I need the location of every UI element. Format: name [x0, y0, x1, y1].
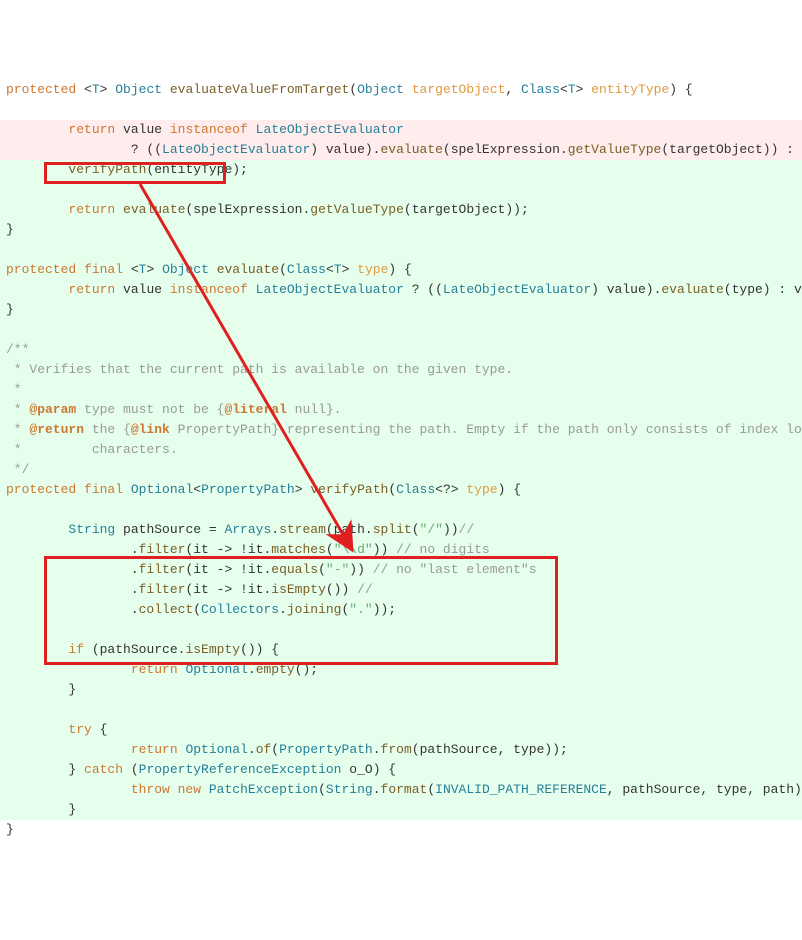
code-line: protected <T> Object evaluateValueFromTa…	[0, 80, 802, 100]
code-line: /**	[0, 340, 802, 360]
code-line: .filter(it -> !it.matches("\\d")) // no …	[0, 540, 802, 560]
code-line: throw new PatchException(String.format(I…	[0, 780, 802, 800]
code-line: return value instanceof LateObjectEvalua…	[0, 280, 802, 300]
code-line: .filter(it -> !it.equals("-")) // no "la…	[0, 560, 802, 580]
code-line: .filter(it -> !it.isEmpty()) //	[0, 580, 802, 600]
code-line	[0, 620, 802, 640]
code-diff-view: protected <T> Object evaluateValueFromTa…	[0, 80, 802, 840]
code-line: }	[0, 300, 802, 320]
code-line	[0, 100, 802, 120]
code-line	[0, 500, 802, 520]
code-line: ? ((LateObjectEvaluator) value).evaluate…	[0, 140, 802, 160]
code-line: return Optional.empty();	[0, 660, 802, 680]
code-line: verifyPath(entityType);	[0, 160, 802, 180]
code-line	[0, 180, 802, 200]
code-line: return Optional.of(PropertyPath.from(pat…	[0, 740, 802, 760]
code-line: *	[0, 380, 802, 400]
code-line: }	[0, 680, 802, 700]
code-line: * @return the {@link PropertyPath} repre…	[0, 420, 802, 440]
code-line: * characters.	[0, 440, 802, 460]
code-line: protected final <T> Object evaluate(Clas…	[0, 260, 802, 280]
code-line	[0, 700, 802, 720]
code-line	[0, 320, 802, 340]
code-line	[0, 240, 802, 260]
code-line: } catch (PropertyReferenceException o_O)…	[0, 760, 802, 780]
code-line: * Verifies that the current path is avai…	[0, 360, 802, 380]
code-line: String pathSource = Arrays.stream(path.s…	[0, 520, 802, 540]
code-line: .collect(Collectors.joining("."));	[0, 600, 802, 620]
code-line: }	[0, 820, 802, 840]
code-line: if (pathSource.isEmpty()) {	[0, 640, 802, 660]
code-line: * @param type must not be {@literal null…	[0, 400, 802, 420]
code-line: }	[0, 800, 802, 820]
code-line: try {	[0, 720, 802, 740]
code-line: }	[0, 220, 802, 240]
code-line: */	[0, 460, 802, 480]
code-line: return value instanceof LateObjectEvalua…	[0, 120, 802, 140]
code-line: return evaluate(spelExpression.getValueT…	[0, 200, 802, 220]
code-line: protected final Optional<PropertyPath> v…	[0, 480, 802, 500]
